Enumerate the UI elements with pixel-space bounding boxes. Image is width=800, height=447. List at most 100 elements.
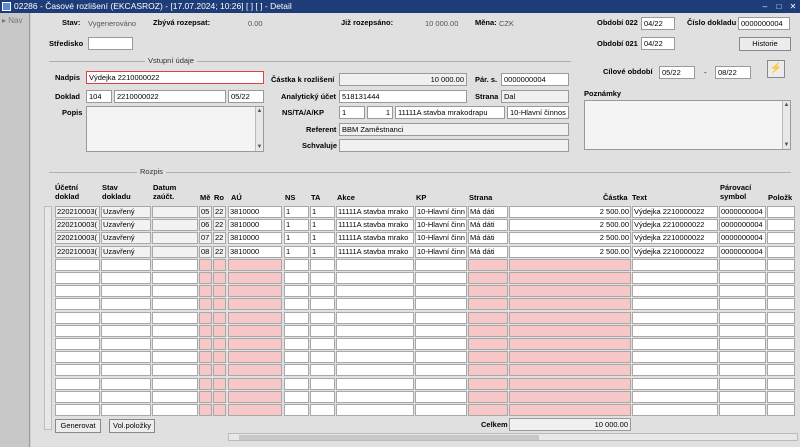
grid-cell-strana[interactable]: Má dáti <box>468 219 508 232</box>
grid-cell-ucetni[interactable] <box>55 404 100 416</box>
schvaluje-field[interactable] <box>339 139 569 152</box>
grid-cell-parovaci[interactable] <box>719 272 766 284</box>
grid-cell-me[interactable] <box>199 404 212 416</box>
grid-cell-kp[interactable] <box>415 390 467 403</box>
grid-cell-text[interactable] <box>632 338 718 350</box>
grid-cell-ns[interactable] <box>284 258 309 271</box>
grid-cell-stav[interactable] <box>101 258 151 271</box>
close-icon[interactable]: ✕ <box>786 0 800 13</box>
grid-cell-parovaci[interactable]: 0000000004 <box>719 219 766 232</box>
grid-cell-ro[interactable] <box>213 390 226 403</box>
grid-cell-datum[interactable] <box>152 404 198 416</box>
cislo-dokladu-field[interactable]: 0000000004 <box>738 17 790 30</box>
grid-cell-polozky[interactable] <box>767 219 795 232</box>
stredisko-field[interactable] <box>88 37 133 50</box>
grid-cell-stav[interactable] <box>101 272 151 284</box>
grid-cell-castka[interactable] <box>509 338 631 350</box>
grid-cell-castka[interactable]: 2 500.00 <box>509 219 631 232</box>
grid-cell-kp[interactable]: 10-Hlavní činn <box>415 206 467 218</box>
grid-cell-ta[interactable] <box>310 377 335 390</box>
grid-cell-parovaci[interactable]: 0000000004 <box>719 232 766 245</box>
grid-cell-ta[interactable]: 1 <box>310 245 335 258</box>
grid-cell-castka[interactable] <box>509 285 631 298</box>
grid-cell-kp[interactable] <box>415 404 467 416</box>
grid-cell-kp[interactable] <box>415 311 467 324</box>
grid-cell-kp[interactable]: 10-Hlavní činn <box>415 245 467 258</box>
grid-cell-ns[interactable] <box>284 338 309 350</box>
grid-cell-polozky[interactable] <box>767 377 795 390</box>
poznamky-scrollbar[interactable]: ▲ ▼ <box>782 101 790 149</box>
cilove-to-field[interactable]: 08/22 <box>715 66 751 79</box>
grid-cell-ro[interactable] <box>213 285 226 298</box>
grid-cell-polozky[interactable] <box>767 245 795 258</box>
grid-cell-akce[interactable] <box>336 298 414 311</box>
grid-cell-ns[interactable] <box>284 272 309 284</box>
grid-cell-ta[interactable] <box>310 404 335 416</box>
grid-cell-ns[interactable]: 1 <box>284 245 309 258</box>
grid-cell-stav[interactable] <box>101 351 151 364</box>
grid-cell-ro[interactable] <box>213 324 226 337</box>
grid-cell-strana[interactable] <box>468 404 508 416</box>
grid-cell-au[interactable] <box>228 324 282 337</box>
grid-cell-ta[interactable]: 1 <box>310 232 335 245</box>
grid-cell-ns[interactable]: 1 <box>284 206 309 218</box>
grid-cell-ta[interactable] <box>310 364 335 377</box>
grid-cell-me[interactable] <box>199 324 212 337</box>
grid-cell-castka[interactable] <box>509 390 631 403</box>
grid-cell-polozky[interactable] <box>767 338 795 350</box>
grid-cell-strana[interactable] <box>468 338 508 350</box>
grid-cell-castka[interactable] <box>509 364 631 377</box>
grid-cell-ta[interactable] <box>310 285 335 298</box>
grid-cell-castka[interactable] <box>509 298 631 311</box>
grid-cell-au[interactable] <box>228 272 282 284</box>
grid-cell-ta[interactable] <box>310 311 335 324</box>
grid-cell-datum[interactable] <box>152 298 198 311</box>
grid-cell-ucetni[interactable]: 220210003( <box>55 206 100 218</box>
ta-field[interactable]: 1 <box>367 106 393 119</box>
grid-cell-polozky[interactable] <box>767 390 795 403</box>
grid-cell-akce[interactable] <box>336 364 414 377</box>
grid-cell-akce[interactable]: 11111A stavba mrako <box>336 206 414 218</box>
grid-cell-castka[interactable] <box>509 258 631 271</box>
grid-cell-ucetni[interactable] <box>55 338 100 350</box>
grid-cell-ns[interactable] <box>284 377 309 390</box>
grid-cell-ro[interactable] <box>213 258 226 271</box>
grid-cell-kp[interactable]: 10-Hlavní činn <box>415 219 467 232</box>
grid-cell-kp[interactable]: 10-Hlavní činn <box>415 232 467 245</box>
grid-cell-polozky[interactable] <box>767 206 795 218</box>
grid-cell-castka[interactable]: 2 500.00 <box>509 232 631 245</box>
grid-cell-datum[interactable] <box>152 245 198 258</box>
grid-cell-stav[interactable] <box>101 364 151 377</box>
grid-cell-akce[interactable]: 11111A stavba mrako <box>336 232 414 245</box>
grid-cell-ns[interactable] <box>284 324 309 337</box>
grid-cell-ucetni[interactable]: 220210003( <box>55 232 100 245</box>
grid-cell-kp[interactable] <box>415 285 467 298</box>
grid-cell-text[interactable] <box>632 258 718 271</box>
ns-field[interactable]: 1 <box>339 106 365 119</box>
grid-cell-polozky[interactable] <box>767 298 795 311</box>
grid-cell-ns[interactable] <box>284 390 309 403</box>
grid-cell-parovaci[interactable] <box>719 285 766 298</box>
grid-cell-me[interactable] <box>199 364 212 377</box>
grid-cell-kp[interactable] <box>415 324 467 337</box>
grid-cell-akce[interactable] <box>336 377 414 390</box>
grid-cell-kp[interactable] <box>415 258 467 271</box>
grid-cell-datum[interactable] <box>152 219 198 232</box>
grid-cell-me[interactable] <box>199 298 212 311</box>
grid-cell-ns[interactable]: 1 <box>284 232 309 245</box>
grid-cell-ro[interactable] <box>213 338 226 350</box>
scroll-down-icon[interactable]: ▼ <box>256 143 263 151</box>
grid-cell-ucetni[interactable] <box>55 324 100 337</box>
grid-cell-akce[interactable] <box>336 404 414 416</box>
grid-cell-ns[interactable]: 1 <box>284 219 309 232</box>
grid-cell-parovaci[interactable] <box>719 377 766 390</box>
grid-cell-polozky[interactable] <box>767 272 795 284</box>
grid-cell-parovaci[interactable] <box>719 351 766 364</box>
grid-cell-me[interactable]: 08 <box>199 245 212 258</box>
grid-cell-ta[interactable] <box>310 272 335 284</box>
akce-field[interactable]: 11111A stavba mrakodrapu <box>395 106 505 119</box>
grid-cell-parovaci[interactable] <box>719 364 766 377</box>
grid-cell-me[interactable] <box>199 351 212 364</box>
grid-cell-polozky[interactable] <box>767 258 795 271</box>
grid-cell-polozky[interactable] <box>767 351 795 364</box>
